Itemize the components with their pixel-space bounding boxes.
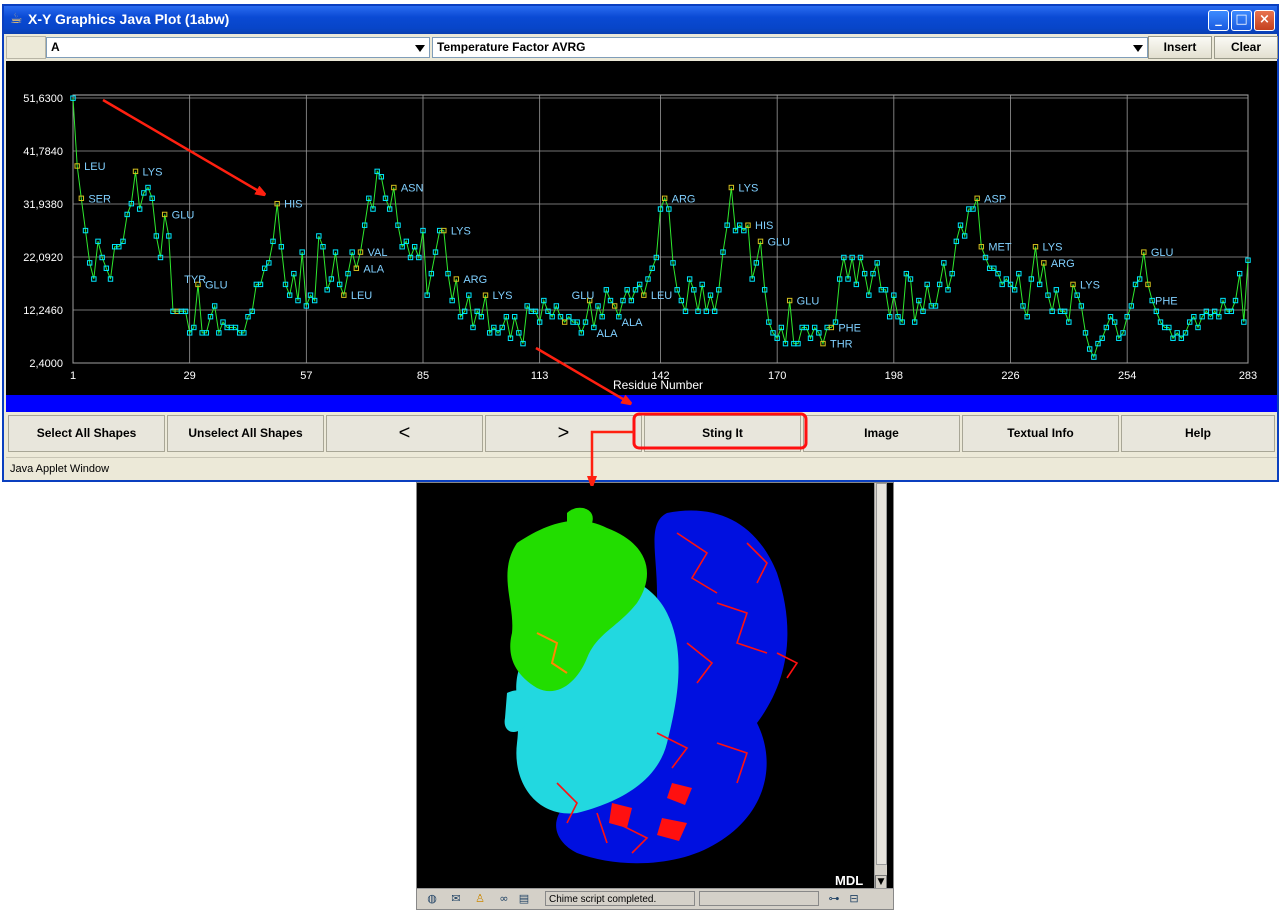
applet-status-bar: Java Applet Window [6,457,1277,479]
property-select-value: Temperature Factor AVRG [437,40,586,54]
protein-ribbon-render[interactable] [417,483,877,889]
chain-select[interactable]: A [46,37,430,58]
chevron-down-icon[interactable] [415,45,425,52]
java-plot-window: ☕ X-Y Graphics Java Plot (1abw) _ □ × A … [2,4,1279,482]
minimize-button[interactable]: _ [1208,10,1229,31]
residue-annotation: VAL [368,247,388,259]
residue-annotation: ASN [401,183,424,195]
y-tick-label: 41,7840 [23,146,63,158]
person-icon[interactable]: ♙ [473,892,487,905]
x-tick-label: 226 [1001,370,1019,382]
residue-annotation: LYS [1080,279,1100,291]
residue-annotation: ARG [463,274,487,286]
residue-annotation: ARG [1051,258,1075,270]
residue-annotation: LYS [143,166,163,178]
residue-annotation: ASP [984,193,1006,205]
y-tick-label: 31,9380 [23,199,63,211]
image-button[interactable]: Image [803,415,960,452]
residue-annotation: LEU [84,161,105,173]
x-tick-label: 1 [70,370,76,382]
insert-button[interactable]: Insert [1148,36,1212,59]
action-button-row: Select All Shapes Unselect All Shapes < … [6,412,1277,454]
residue-annotation: LYS [1043,242,1063,254]
residue-annotation: LYS [738,183,758,195]
residue-annotation: LEU [651,290,672,302]
residue-annotation: ALA [597,328,618,340]
mail-icon[interactable]: ✉ [449,892,463,905]
x-tick-label: 254 [1118,370,1136,382]
residue-annotation: GLU [797,296,820,308]
x-tick-label: 170 [768,370,786,382]
select-all-shapes-button[interactable]: Select All Shapes [8,415,165,452]
residue-annotation: GLU [572,290,595,302]
residue-annotation: GLU [768,236,791,248]
residue-annotation: TYR [184,274,206,286]
y-tick-label: 2,4000 [29,358,63,370]
toolbar: A Temperature Factor AVRG Insert Clear [6,35,1278,61]
plug-icon: ⊶ [828,892,840,905]
x-tick-label: 283 [1239,370,1257,382]
chevron-down-icon[interactable] [1133,45,1143,52]
x-tick-label: 113 [531,370,549,382]
x-tick-label: 85 [417,370,429,382]
sting-it-button[interactable]: Sting It [644,415,801,452]
x-tick-label: 57 [300,370,312,382]
chain-select-value: A [51,40,60,54]
window-title: X-Y Graphics Java Plot (1abw) [28,11,230,27]
residue-annotation: GLU [172,209,195,221]
glasses-icon[interactable]: ∞ [497,892,511,905]
clear-button[interactable]: Clear [1214,36,1278,59]
x-tick-label: 198 [885,370,903,382]
residue-annotation: LEU [351,290,372,302]
chime-molecule-viewer[interactable]: MDL ▼ ◍ ✉ ♙ ∞ ▤ Chime script completed. … [416,482,894,910]
java-cup-icon: ☕ [10,11,23,27]
next-button[interactable]: > [485,415,642,452]
chime-status-text: Chime script completed. [545,891,695,906]
book-icon[interactable]: ▤ [517,892,531,905]
chime-status-field [699,891,819,906]
residue-annotation: ALA [622,317,643,329]
residue-annotation: MET [988,242,1012,254]
residue-annotation: LYS [493,290,513,302]
vertical-scrollbar[interactable]: ▼ [874,483,887,889]
y-tick-label: 51,6300 [23,93,63,105]
residue-annotation: PHE [1155,296,1178,308]
maximize-button[interactable]: □ [1231,10,1252,31]
chime-status-bar: ◍ ✉ ♙ ∞ ▤ Chime script completed. ⊶ ⊟ [417,888,893,909]
residue-annotation: GLU [1151,247,1174,259]
textual-info-button[interactable]: Textual Info [962,415,1119,452]
help-button[interactable]: Help [1121,415,1275,452]
residue-annotation: HIS [755,220,773,232]
globe-icon[interactable]: ◍ [425,892,439,905]
lock-icon: ⊟ [849,892,859,905]
residue-annotation: ARG [672,193,696,205]
toolbar-spacer [6,36,46,59]
x-tick-label: 29 [184,370,196,382]
previous-button[interactable]: < [326,415,483,452]
residue-annotation: THR [830,339,853,351]
residue-annotation: LYS [451,226,471,238]
scroll-down-arrow-icon[interactable]: ▼ [875,875,887,889]
x-axis-label: Residue Number [613,378,703,392]
y-tick-label: 22,0920 [23,252,63,264]
close-button[interactable]: × [1254,10,1275,31]
title-bar[interactable]: ☕ X-Y Graphics Java Plot (1abw) _ □ × [4,6,1277,34]
unselect-all-shapes-button[interactable]: Unselect All Shapes [167,415,324,452]
temperature-factor-chart: 1 29 57 85 113 142 170 198 226 254 2832,400012,246… [23,93,1257,392]
residue-annotation: GLU [205,279,228,291]
residue-annotation: PHE [838,322,861,334]
mdl-logo: MDL [835,873,864,888]
plot-area: 1 29 57 85 113 142 170 198 226 254 283 2,4000 12,246… [6,61,1277,398]
residue-annotation: ALA [363,263,384,275]
y-tick-label: 12,2460 [23,305,63,317]
property-select[interactable]: Temperature Factor AVRG [432,37,1148,58]
scrollbar-thumb[interactable] [876,483,887,865]
residue-annotation: HIS [284,199,302,211]
separator-strip [6,395,1277,412]
residue-annotation: SER [88,193,111,205]
